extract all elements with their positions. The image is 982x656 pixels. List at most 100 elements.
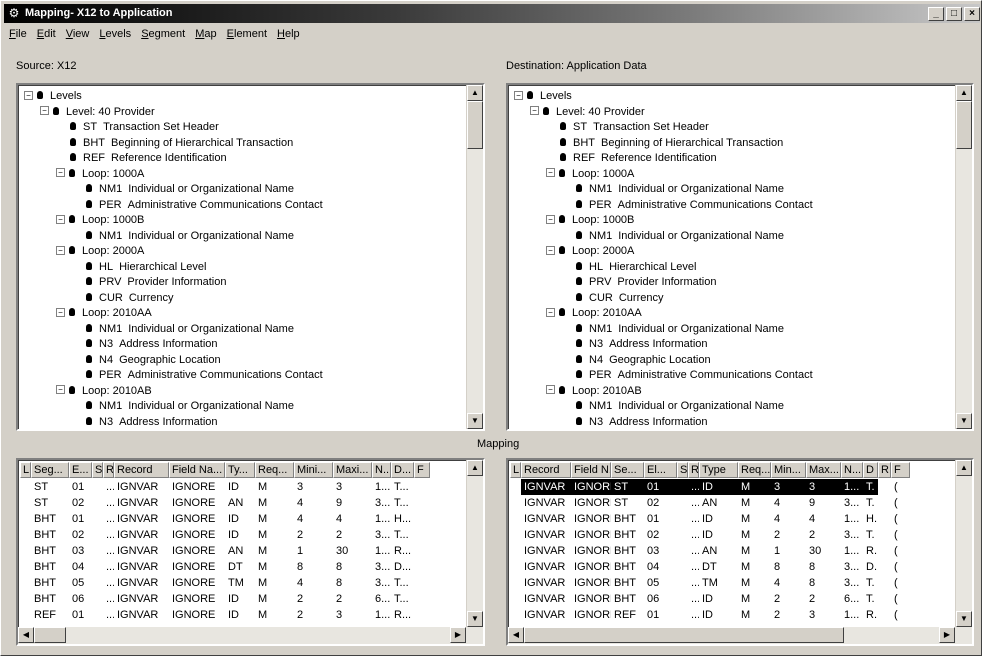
tree-node-segment[interactable]: PER Administrative Communications Contact [86,197,323,213]
grid-cell[interactable]: BHT [611,559,644,575]
grid-cell[interactable]: ... [688,591,699,607]
grid-cell[interactable]: M [255,543,294,559]
collapse-toggle-icon[interactable]: − [514,90,523,100]
grid-cell[interactable] [878,511,891,527]
title-bar[interactable]: ⚙ Mapping- X12 to Application _ □ × [4,4,980,23]
grid-cell[interactable] [510,495,521,511]
grid-cell[interactable]: 1 [771,543,806,559]
column-header[interactable]: N... [372,462,391,478]
grid-cell[interactable]: ... [103,543,114,559]
grid-cell[interactable]: ID [699,511,738,527]
destination-tree[interactable]: − Levels − Level: 40 Provider ST Transaction … [510,87,954,427]
grid-cell[interactable]: 3... [372,527,391,543]
grid-cell[interactable]: 8 [333,559,372,575]
destination-mapping-grid[interactable]: LRecordField N...Se...El...SRTypeReq...M… [506,458,974,646]
grid-cell[interactable]: ... [103,495,114,511]
grid-cell[interactable]: IGNVAR [114,591,169,607]
grid-cell[interactable]: IGNVAR [521,559,571,575]
destination-tree-scrollbar[interactable]: ▲ ▼ [955,85,972,429]
grid-cell[interactable]: TM [225,575,255,591]
tree-node-group[interactable]: − Loop: 2000A [546,243,634,259]
grid-cell[interactable] [878,479,891,495]
grid-cell[interactable]: IGNORE [571,607,611,623]
grid-cell[interactable]: M [255,495,294,511]
grid-cell[interactable]: 8 [806,575,841,591]
column-header[interactable]: Seg... [31,462,69,478]
grid-cell[interactable]: IGNORE [169,527,225,543]
column-header[interactable]: D... [391,462,414,478]
column-header[interactable]: Record [521,462,571,478]
grid-cell[interactable]: ... [688,527,699,543]
tree-node-group[interactable]: − Loop: 1000A [56,166,144,182]
grid-cell[interactable] [92,607,103,623]
grid-cell[interactable]: ID [225,511,255,527]
tree-node-group[interactable]: − Level: 40 Provider [40,104,155,120]
menu-edit[interactable]: Edit [32,25,61,43]
column-header[interactable]: R [878,462,891,478]
grid-cell[interactable]: M [255,575,294,591]
collapse-toggle-icon[interactable]: − [530,106,539,116]
grid-cell[interactable]: M [738,495,771,511]
column-header[interactable]: Max... [806,462,841,478]
grid-cell[interactable]: ST [611,495,644,511]
grid-cell[interactable]: BHT [31,543,69,559]
grid-cell[interactable]: ID [699,607,738,623]
grid-cell[interactable]: ID [699,591,738,607]
grid-cell[interactable] [92,479,103,495]
source-grid-body[interactable]: L Seg... E... S R Record Field Na... Ty... Req..… [20,462,465,626]
grid-cell[interactable] [677,559,688,575]
grid-cell[interactable] [20,495,31,511]
grid-cell[interactable]: T. [863,591,878,607]
column-header[interactable]: D [863,462,878,478]
tree-node-segment[interactable]: ST Transaction Set Header [70,119,219,135]
grid-cell[interactable]: IGNVAR [114,527,169,543]
grid-cell[interactable]: AN [225,543,255,559]
grid-cell[interactable]: T... [391,527,414,543]
menu-help[interactable]: Help [272,25,305,43]
grid-cell[interactable] [677,527,688,543]
menu-view[interactable]: View [61,25,95,43]
grid-cell[interactable]: ST [611,479,644,495]
grid-cell[interactable]: IGNVAR [114,543,169,559]
tree-node-segment[interactable]: HL Hierarchical Level [86,259,207,275]
grid-cell[interactable]: M [738,575,771,591]
grid-cell[interactable]: IGNVAR [521,495,571,511]
grid-cell[interactable]: 1... [372,543,391,559]
grid-cell[interactable]: IGNVAR [114,479,169,495]
column-header[interactable]: Ty... [225,462,255,478]
grid-cell[interactable]: 3 [333,479,372,495]
grid-cell[interactable]: 2 [771,527,806,543]
collapse-toggle-icon[interactable]: − [24,90,33,100]
grid-cell[interactable]: 02 [69,527,92,543]
grid-cell[interactable]: 01 [644,511,677,527]
grid-cell[interactable] [878,559,891,575]
grid-cell[interactable]: 1... [841,543,863,559]
grid-cell[interactable]: R. [863,607,878,623]
grid-cell[interactable]: ... [688,543,699,559]
grid-cell[interactable] [20,511,31,527]
scroll-down-icon[interactable]: ▼ [467,413,483,429]
column-header[interactable]: Min... [771,462,806,478]
tree-node-group[interactable]: − Loop: 2010AA [546,305,642,321]
grid-cell[interactable]: IGNORE [571,591,611,607]
grid-cell[interactable]: IGNORE [169,479,225,495]
grid-cell[interactable] [92,591,103,607]
grid-cell[interactable]: IGNVAR [114,511,169,527]
grid-cell[interactable]: IGNORE [169,607,225,623]
grid-cell[interactable]: IGNORE [571,543,611,559]
scroll-thumb[interactable] [467,101,483,149]
collapse-toggle-icon[interactable]: − [56,214,65,224]
grid-cell[interactable]: 03 [644,543,677,559]
grid-cell[interactable]: 4 [294,495,333,511]
grid-cell[interactable]: 06 [69,591,92,607]
grid-cell[interactable] [510,479,521,495]
grid-cell[interactable] [878,527,891,543]
tree-node-group[interactable]: − Loop: 2000A [56,243,144,259]
destination-grid-vscroll[interactable]: ▲ ▼ [955,460,972,627]
tree-node-segment[interactable]: N3 Address Information [576,414,708,427]
tree-node-segment[interactable]: PER Administrative Communications Contact [576,197,813,213]
grid-cell[interactable]: T... [391,479,414,495]
grid-cell[interactable]: R... [391,607,414,623]
grid-cell[interactable]: 05 [644,575,677,591]
grid-cell[interactable] [414,559,430,575]
